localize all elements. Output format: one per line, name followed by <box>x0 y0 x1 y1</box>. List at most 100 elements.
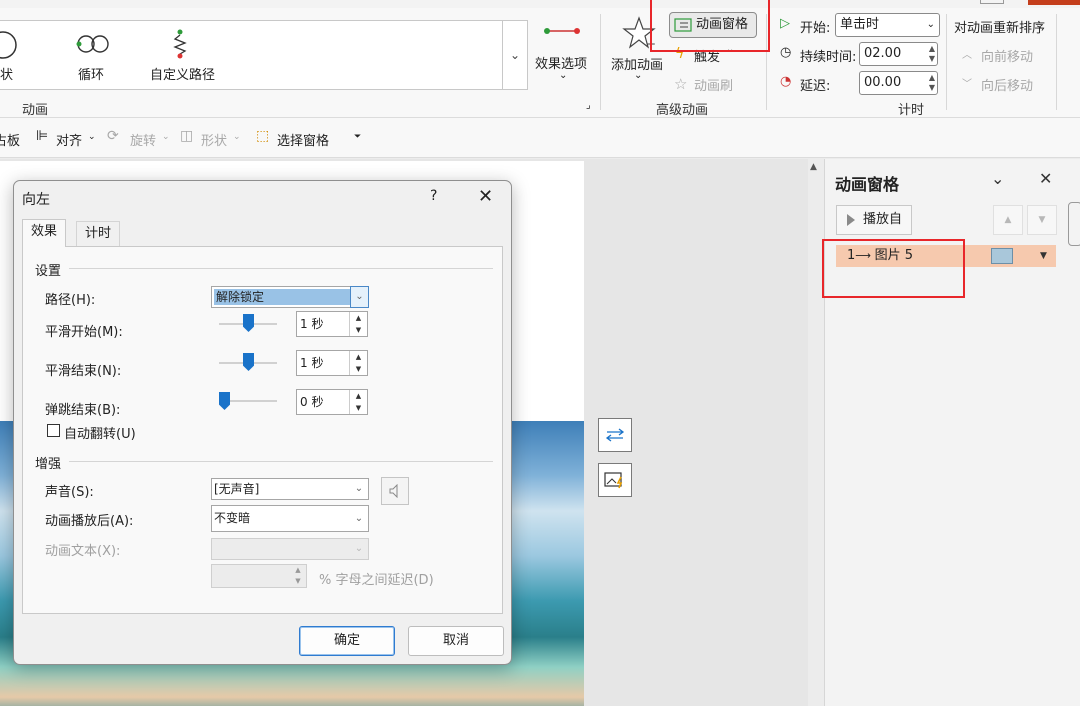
animate-text-select[interactable]: ⌄ <box>211 538 369 560</box>
section-divider <box>69 461 493 462</box>
move-up-button[interactable]: ▲ <box>993 205 1023 235</box>
window-close-fragment[interactable] <box>1028 0 1080 5</box>
scroll-up-icon[interactable]: ▲ <box>810 162 817 172</box>
close-icon[interactable]: ✕ <box>1039 169 1052 188</box>
duration-value: 02.00 <box>864 46 902 61</box>
smooth-start-value: 1 秒 <box>300 317 324 331</box>
move-down-button[interactable]: ▼ <box>1027 205 1057 235</box>
swap-arrows-icon <box>605 428 625 442</box>
tab-timing[interactable]: 计时 <box>76 221 121 247</box>
ok-button[interactable]: 确定 <box>299 626 395 656</box>
smooth-end-value: 1 秒 <box>300 356 324 370</box>
spin-arrows-icon[interactable]: ▲ ▼ <box>290 565 306 587</box>
align-button[interactable]: 对齐 <box>56 130 82 149</box>
gallery-item-custom-path[interactable] <box>172 28 188 64</box>
gallery-item-shape[interactable] <box>0 30 20 64</box>
move-earlier-button[interactable]: 向前移动 <box>981 46 1033 65</box>
shape-button[interactable]: 形状 <box>201 130 227 149</box>
after-animation-select[interactable]: 不变暗 ⌄ <box>211 505 369 532</box>
clock-icon: ◷ <box>780 45 792 60</box>
spin-arrows-icon[interactable]: ▲ ▼ <box>349 312 367 336</box>
ribbon-top-strip <box>0 0 1080 8</box>
bounce-end-slider-thumb[interactable] <box>219 392 230 410</box>
play-from-label: 播放自 <box>863 212 903 227</box>
clipboard-button[interactable]: 占板 <box>0 130 20 149</box>
path-label: 路径(H): <box>45 293 96 308</box>
item-dropdown-icon[interactable]: ▼ <box>1040 245 1047 267</box>
format-toolbar: 占板 ⊫ 对齐 ⌄ ⟳ 旋转 ⌄ ◫ 形状 ⌄ ⬚ 选择窗格 ⏷ <box>0 118 1080 158</box>
letter-delay-label: % 字母之间延迟(D) <box>319 573 434 588</box>
play-from-button[interactable]: 播放自 <box>836 205 912 235</box>
enhance-section-title: 增强 <box>35 457 62 472</box>
after-animation-label: 动画播放后(A): <box>45 514 134 529</box>
path-value: 解除锁定 <box>214 289 350 305</box>
close-icon[interactable]: ✕ <box>478 186 493 207</box>
chevron-down-icon: ⌄ <box>354 513 364 524</box>
shape-icon: ◫ <box>180 128 194 144</box>
design-ideas-button[interactable] <box>598 463 632 497</box>
spin-arrows-icon[interactable]: ▲ ▼ <box>349 390 367 414</box>
chevron-down-icon: ⌄ <box>162 132 170 142</box>
cancel-button[interactable]: 取消 <box>408 626 504 656</box>
toolbar-more-icon[interactable]: ⏷ <box>354 132 361 142</box>
animation-painter-button[interactable]: 动画刷 <box>694 75 733 94</box>
delay-value: 00.00 <box>864 75 902 90</box>
spin-arrows-icon[interactable]: ▲ ▼ <box>349 351 367 375</box>
timeline-bar <box>991 248 1013 264</box>
ribbon-separator <box>600 14 601 110</box>
smooth-start-slider-thumb[interactable] <box>243 314 254 332</box>
bounce-end-spinbox[interactable]: 0 秒 ▲ ▼ <box>296 389 368 415</box>
gallery-more-button[interactable]: ⌄ <box>502 20 528 90</box>
ribbon-separator <box>946 14 947 110</box>
group-label-animation: 动画 <box>22 103 49 118</box>
chevron-down-icon: ⌄ <box>88 132 96 142</box>
auto-reverse-checkbox[interactable] <box>47 424 60 437</box>
move-later-button[interactable]: 向后移动 <box>981 75 1033 94</box>
highlight-box-animation-item <box>822 239 965 298</box>
animation-painter-icon: ☆ <box>674 75 688 93</box>
sound-select[interactable]: [无声音] ⌄ <box>211 478 369 500</box>
help-icon[interactable]: ? <box>430 188 437 204</box>
window-control-fragment[interactable] <box>980 0 1004 4</box>
slide-vertical-scrollbar[interactable] <box>808 159 822 706</box>
triangle-down-icon: ▼ <box>1038 215 1046 225</box>
chevron-down-icon: ⌄ <box>350 286 369 308</box>
chevron-up-icon: ︿ <box>962 50 972 61</box>
rotate-button[interactable]: 旋转 <box>130 130 156 149</box>
edge-widget[interactable] <box>1068 202 1080 246</box>
animate-text-label: 动画文本(X): <box>45 544 121 559</box>
delay-input[interactable]: 00.00 ▲ ▼ <box>859 71 938 95</box>
auto-reverse-label: 自动翻转(U) <box>64 427 136 442</box>
selection-pane-button[interactable]: 选择窗格 <box>277 130 329 149</box>
effect-options-icon[interactable] <box>544 24 580 42</box>
smooth-end-spinbox[interactable]: 1 秒 ▲ ▼ <box>296 350 368 376</box>
chevron-down-icon: ⌄ <box>354 543 364 554</box>
tab-effect[interactable]: 效果 <box>22 219 67 247</box>
group-label-advanced: 高级动画 <box>656 103 709 118</box>
smooth-end-slider-thumb[interactable] <box>243 353 254 371</box>
gallery-item-custom-path-label: 自定义路径 <box>150 68 216 83</box>
path-select[interactable]: 解除锁定 ⌄ <box>211 286 369 308</box>
letter-delay-spinbox[interactable]: ▲ ▼ <box>211 564 307 588</box>
spin-arrows-icon[interactable]: ▲ ▼ <box>929 73 935 93</box>
pane-options-chevron-icon[interactable]: ⌄ <box>991 169 1004 188</box>
section-divider <box>69 268 493 269</box>
align-icon: ⊫ <box>36 128 49 144</box>
ribbon-separator <box>1056 14 1057 110</box>
duration-input[interactable]: 02.00 ▲ ▼ <box>859 42 938 66</box>
dialog-launcher-icon[interactable]: ⌟ <box>586 100 591 111</box>
speaker-icon <box>389 484 398 498</box>
dialog-title: 向左 <box>22 192 50 208</box>
gallery-item-loop-label: 循环 <box>78 68 105 83</box>
chevron-down-icon: ⌄ <box>354 483 364 494</box>
smooth-end-label: 平滑结束(N): <box>45 364 122 379</box>
duration-label: 持续时间: <box>800 50 857 65</box>
volume-button[interactable] <box>381 477 409 505</box>
spin-arrows-icon[interactable]: ▲ ▼ <box>929 44 935 64</box>
gallery-item-loop[interactable] <box>76 34 110 58</box>
start-select[interactable]: 单击时 ⌄ <box>835 13 940 37</box>
smooth-start-spinbox[interactable]: 1 秒 ▲ ▼ <box>296 311 368 337</box>
delay-clock-icon: ◔ <box>780 74 792 89</box>
swap-arrows-button[interactable] <box>598 418 632 452</box>
add-animation-chevron-icon: ⌄ <box>634 70 643 81</box>
